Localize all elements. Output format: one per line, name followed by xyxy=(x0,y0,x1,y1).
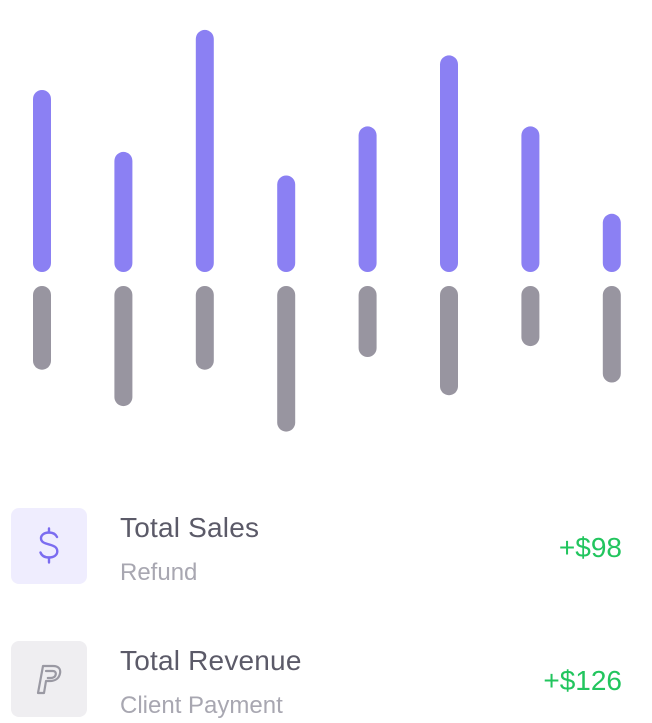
transaction-item-total-sales[interactable]: Total Sales Refund +$98 xyxy=(0,508,652,586)
negative-bar-8 xyxy=(602,286,621,383)
positive-bar-6 xyxy=(440,55,458,273)
positive-bar-7 xyxy=(521,126,540,273)
transaction-title: Total Revenue xyxy=(120,645,302,676)
sales-bar-chart xyxy=(33,29,621,432)
transaction-subtitle: Refund xyxy=(120,559,198,586)
transaction-item-total-revenue[interactable]: Total Revenue Client Payment +$126 xyxy=(0,641,652,719)
negative-bar-6 xyxy=(440,286,458,396)
transaction-amount: +$98 xyxy=(558,532,622,563)
negative-bar-3 xyxy=(195,286,214,370)
negative-bar-2 xyxy=(114,286,133,407)
transaction-subtitle: Client Payment xyxy=(120,692,283,719)
negative-bar-4 xyxy=(277,286,296,432)
negative-bar-7 xyxy=(521,286,540,347)
dollar-icon xyxy=(39,527,59,564)
paypal-icon-tile xyxy=(11,641,87,717)
negative-bar-5 xyxy=(358,286,377,357)
positive-bar-4 xyxy=(277,175,296,272)
positive-bar-5 xyxy=(358,126,377,273)
positive-bar-2 xyxy=(114,151,133,272)
negative-bar-1 xyxy=(33,286,51,370)
paypal-icon xyxy=(36,664,62,695)
positive-bar-1 xyxy=(33,90,51,272)
dollar-icon-tile xyxy=(11,508,87,584)
transaction-amount: +$126 xyxy=(543,665,622,696)
positive-bar-3 xyxy=(195,29,214,273)
positive-bar-8 xyxy=(602,213,621,272)
transaction-title: Total Sales xyxy=(120,512,260,543)
